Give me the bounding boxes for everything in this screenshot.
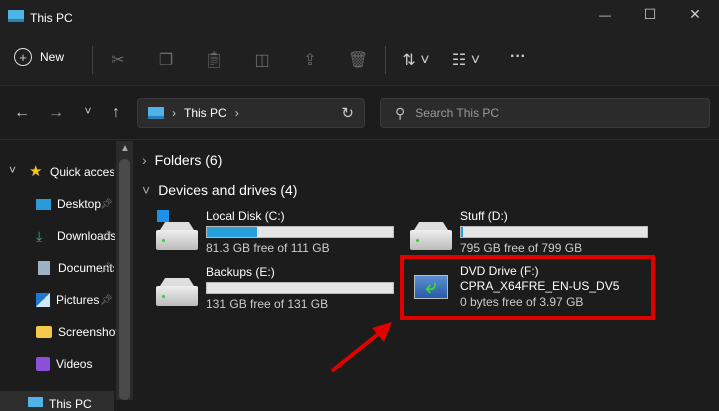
dvd-drive-icon: ⤶ <box>414 275 448 299</box>
folders-label: Folders (6) <box>154 152 223 168</box>
up-button[interactable]: ↑ <box>106 104 126 122</box>
divider <box>92 46 93 74</box>
sidebar: ˅ ★ Quick access Desktop 📌︎ ⤓Downloads 📌… <box>0 141 134 411</box>
usage-bar <box>206 282 394 294</box>
chevron-right-icon: › <box>142 152 147 168</box>
more-options-button[interactable]: ··· <box>506 48 530 66</box>
devices-label: Devices and drives (4) <box>158 182 298 198</box>
drive-tile-e[interactable]: Backups (E:) 131 GB free of 131 GB <box>154 263 394 311</box>
forward-button[interactable]: → <box>46 104 66 122</box>
drive-name: DVD Drive (F:) <box>460 264 539 278</box>
windows-logo-icon <box>156 209 170 223</box>
label: Videos <box>56 357 93 371</box>
usage-fill <box>207 227 257 237</box>
drive-tile-f-highlighted[interactable]: ⤶ DVD Drive (F:) CPRA_X64FRE_EN-US_DV5 0… <box>400 255 655 320</box>
drive-tile-d[interactable]: Stuff (D:) 795 GB free of 799 GB <box>408 207 648 255</box>
hard-drive-icon <box>156 230 198 250</box>
delete-icon[interactable]: 🗑︎ <box>348 50 368 70</box>
document-icon <box>38 261 50 275</box>
maximize-button[interactable]: ☐ <box>635 6 665 23</box>
desktop-icon <box>36 198 51 210</box>
usage-bar <box>206 226 394 238</box>
drive-name: Local Disk (C:) <box>206 209 285 223</box>
divider <box>385 46 386 74</box>
devices-group-header[interactable]: ˅ Devices and drives (4) <box>142 182 297 198</box>
search-box[interactable]: ⚲ Search This PC <box>380 98 710 128</box>
pin-icon: 📌︎ <box>100 263 113 274</box>
label: This PC <box>49 397 92 411</box>
this-pc-icon <box>28 397 43 407</box>
cut-icon[interactable]: ✂ <box>108 50 128 70</box>
sort-button[interactable]: ⇅ ˅ <box>398 50 434 70</box>
recent-locations-button[interactable]: ˅ <box>80 104 96 118</box>
copy-icon[interactable]: ❐ <box>156 50 176 70</box>
sidebar-item-screenshots[interactable]: Screenshots <box>36 322 116 342</box>
drive-free-space: 0 bytes free of 3.97 GB <box>460 295 584 309</box>
view-button[interactable]: ☷ ˅ <box>448 50 484 70</box>
pictures-icon <box>36 293 50 307</box>
back-button[interactable]: ← <box>12 104 32 122</box>
paste-icon[interactable]: 📋︎ <box>204 50 224 70</box>
navigation-bar: ← → ˅ ↑ › This PC › ↻ ⚲ Search This PC <box>0 86 719 140</box>
usage-bar <box>460 226 648 238</box>
sidebar-item-this-pc[interactable]: This PC <box>0 391 114 411</box>
hard-drive-icon <box>156 286 198 306</box>
chevron-right-icon: › <box>234 106 239 120</box>
chevron-right-icon: › <box>172 106 176 120</box>
minimize-button[interactable]: — <box>590 8 620 22</box>
rename-icon[interactable]: ◫ <box>252 50 272 70</box>
chevron-down-icon: ˅ <box>142 182 151 198</box>
search-placeholder: Search This PC <box>415 106 500 120</box>
address-bar[interactable]: › This PC › ↻ <box>137 98 365 128</box>
drive-name: Backups (E:) <box>206 265 275 279</box>
folders-group-header[interactable]: › Folders (6) <box>142 152 222 168</box>
title-bar: This PC — ☐ ✕ <box>0 0 719 36</box>
drive-free-space: 795 GB free of 799 GB <box>460 241 583 255</box>
drive-free-space: 81.3 GB free of 111 GB <box>206 241 330 255</box>
plus-circle-icon: + <box>14 48 32 66</box>
new-label: New <box>40 50 65 64</box>
content-area: › Folders (6) ˅ Devices and drives (4) L… <box>134 141 719 400</box>
search-icon: ⚲ <box>395 104 406 121</box>
pin-icon: 📌︎ <box>100 199 113 210</box>
pin-icon: 📌︎ <box>100 231 113 242</box>
sidebar-scrollbar[interactable]: ▲ <box>116 141 133 400</box>
drive-name: Stuff (D:) <box>460 209 508 223</box>
star-icon: ★ <box>29 163 43 180</box>
drive-free-space: 131 GB free of 131 GB <box>206 297 329 311</box>
scrollbar-thumb[interactable] <box>119 159 130 400</box>
drive-tile-c[interactable]: Local Disk (C:) 81.3 GB free of 111 GB <box>154 207 394 255</box>
pin-icon: 📌︎ <box>100 295 113 306</box>
videos-icon <box>36 357 50 371</box>
this-pc-icon <box>148 107 164 119</box>
download-icon: ⤓ <box>36 227 43 244</box>
collapse-chevron-icon[interactable]: ˅ <box>9 163 16 177</box>
this-pc-icon <box>8 10 24 22</box>
window-title: This PC <box>30 11 73 25</box>
refresh-button[interactable]: ↻ <box>341 104 354 122</box>
folder-icon <box>36 326 52 338</box>
annotation-arrow <box>330 322 392 373</box>
new-button[interactable]: + New <box>14 48 64 66</box>
sidebar-item-videos[interactable]: Videos <box>36 354 116 374</box>
scroll-up-icon[interactable]: ▲ <box>120 143 130 154</box>
sidebar-quick-access[interactable]: Quick access <box>50 165 114 179</box>
label: Screenshots <box>58 325 116 339</box>
drive-volume-label: CPRA_X64FRE_EN-US_DV5 <box>460 279 620 293</box>
usage-fill <box>461 227 463 237</box>
command-bar: + New ✂ ❐ 📋︎ ◫ ⇪ 🗑︎ ⇅ ˅ ☷ ˅ ··· <box>0 36 719 86</box>
breadcrumb-this-pc[interactable]: This PC <box>184 106 227 120</box>
close-button[interactable]: ✕ <box>680 6 710 23</box>
hard-drive-icon <box>410 230 452 250</box>
share-icon[interactable]: ⇪ <box>300 50 320 70</box>
